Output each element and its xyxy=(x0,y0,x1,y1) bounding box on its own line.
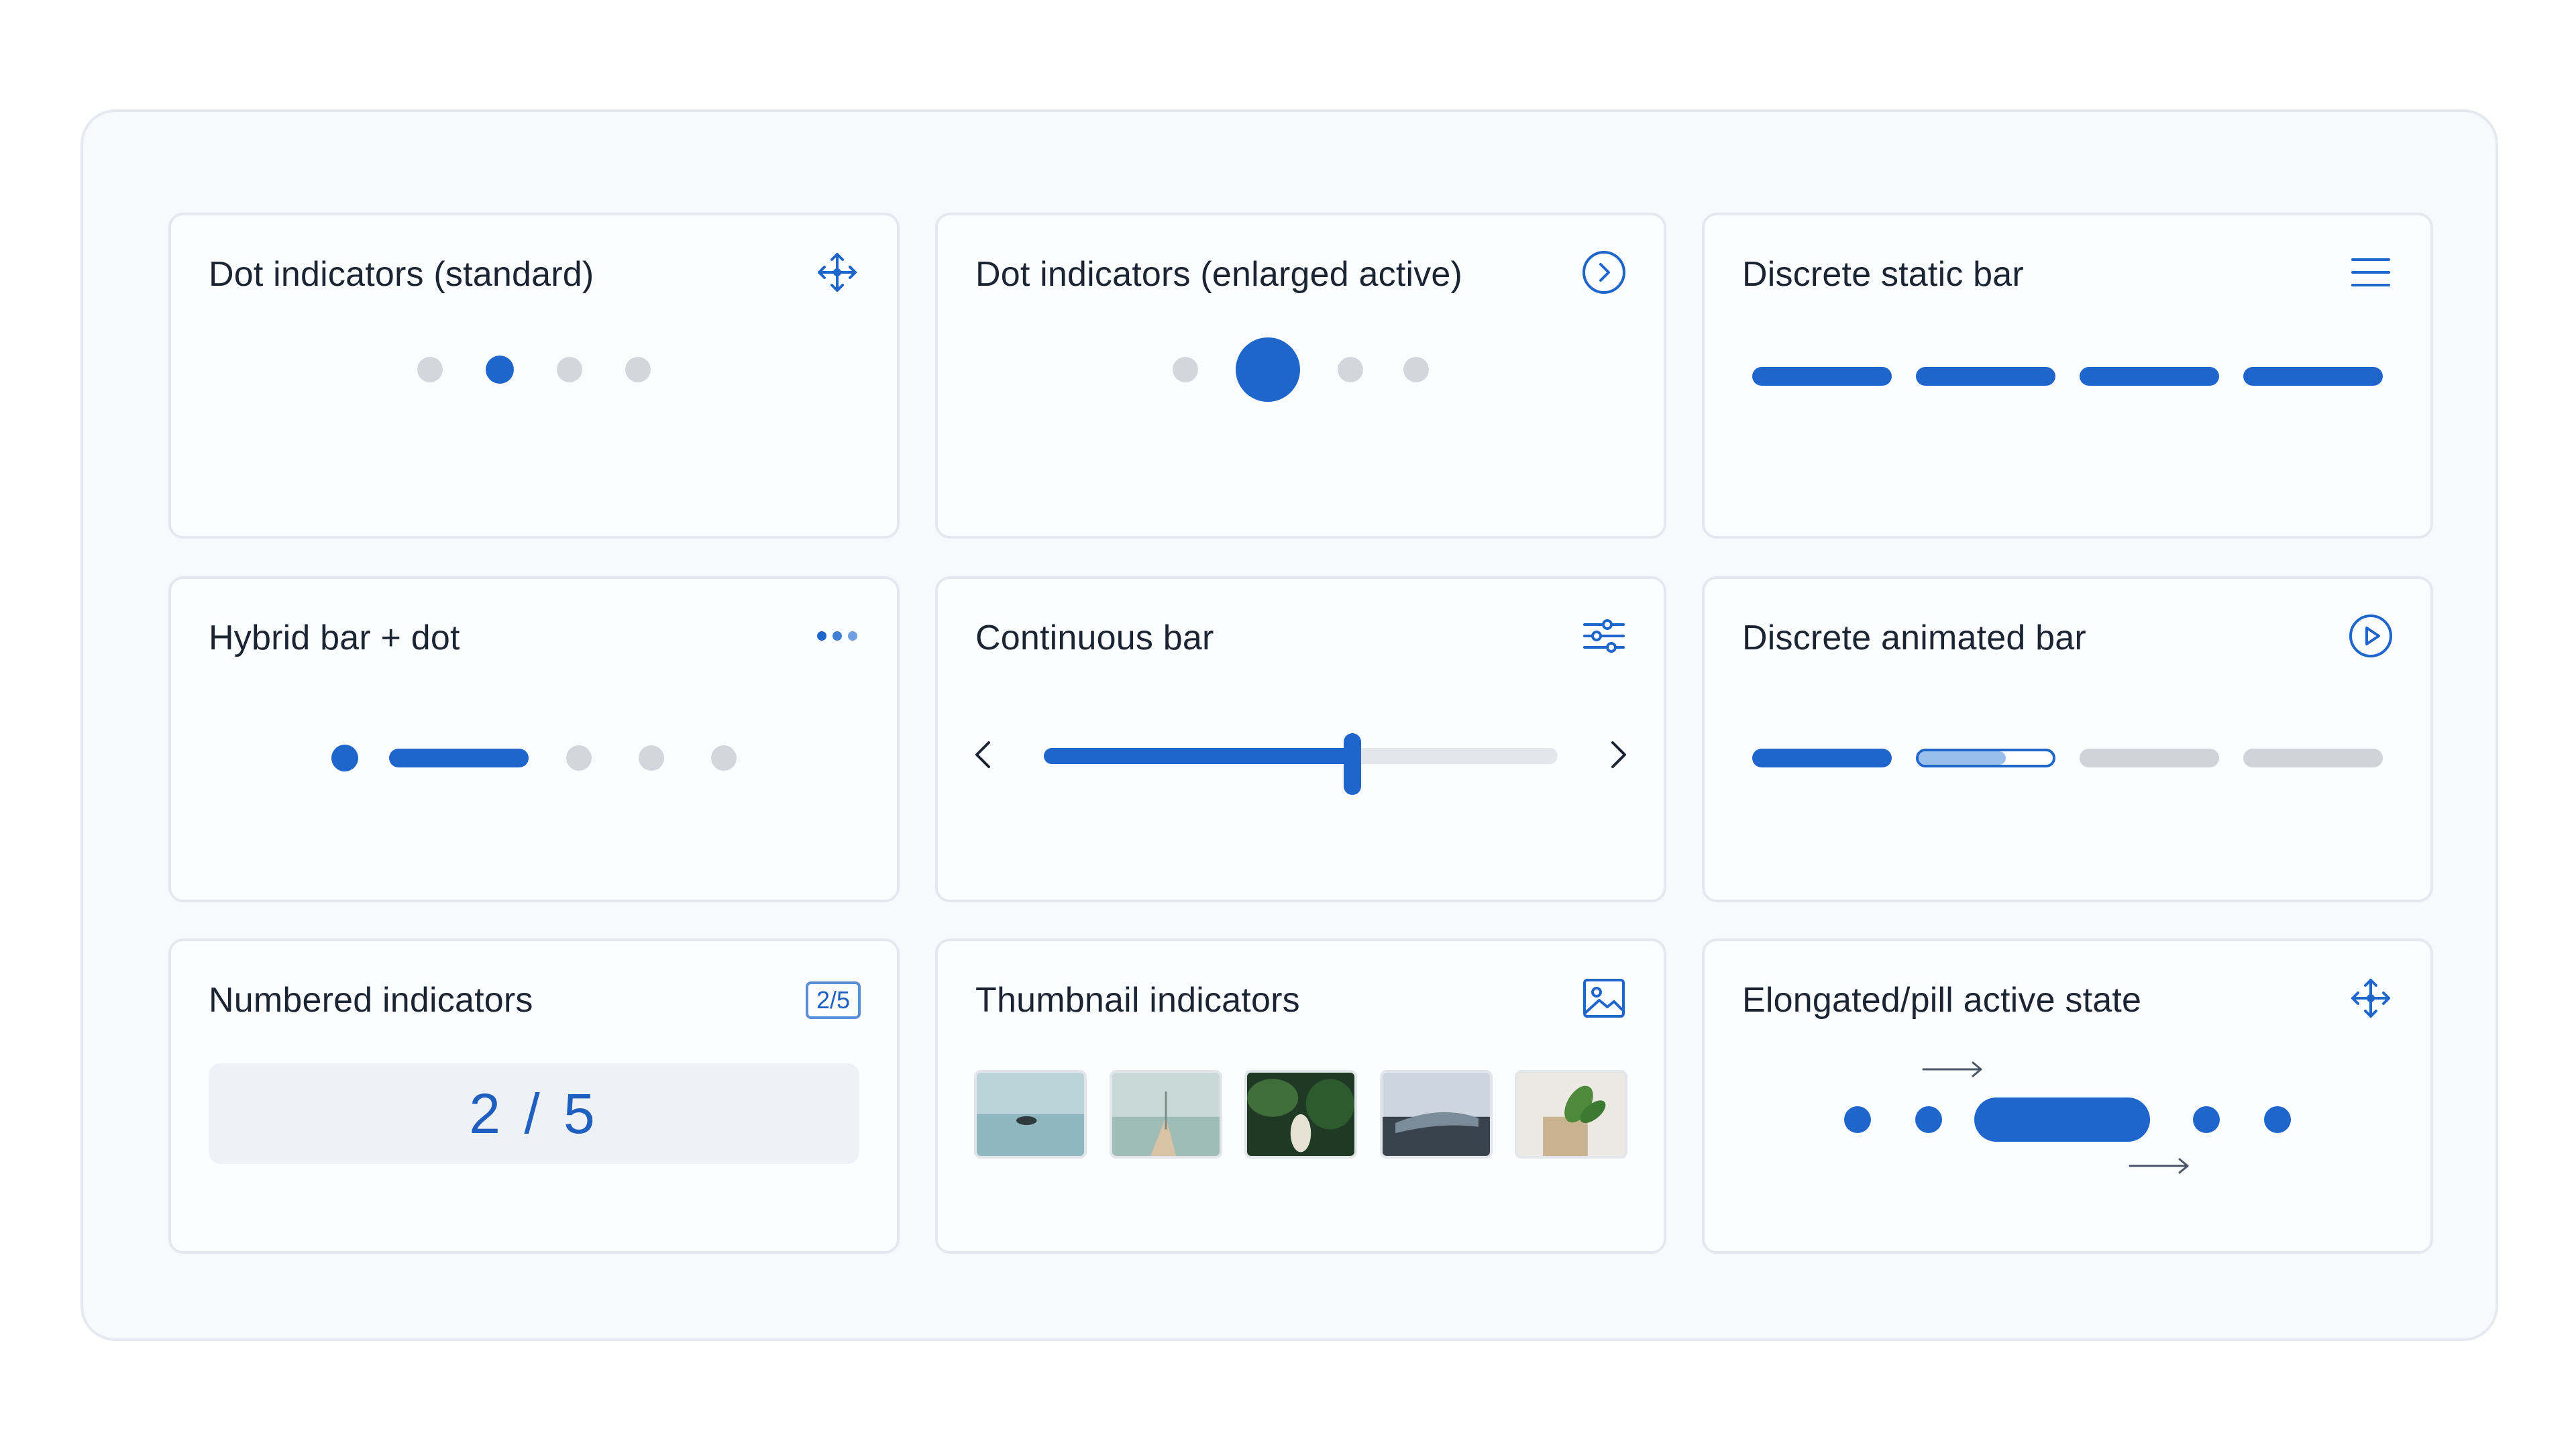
bar-segment[interactable] xyxy=(2080,367,2219,386)
dot[interactable] xyxy=(1338,357,1363,382)
card-pill: Elongated/pill active state xyxy=(1702,939,2433,1254)
dot[interactable] xyxy=(2193,1106,2220,1133)
dot[interactable] xyxy=(1915,1106,1942,1133)
dot[interactable] xyxy=(331,745,358,771)
sliders-icon[interactable] xyxy=(1580,612,1627,659)
dot[interactable] xyxy=(2264,1106,2291,1133)
dot[interactable] xyxy=(417,357,443,382)
indicator-gallery: Dot indicators (standard) Dot indicators… xyxy=(80,109,2498,1341)
animated-segmented-bar xyxy=(1705,731,2430,785)
dot-indicator xyxy=(171,343,897,396)
pill-indicator xyxy=(1705,1093,2430,1146)
dot-indicator-enlarged xyxy=(938,337,1664,402)
play-circle-icon[interactable] xyxy=(2347,612,2394,659)
chevron-right-circle-icon[interactable] xyxy=(1580,249,1627,296)
thumbnail[interactable] xyxy=(1515,1070,1627,1159)
card-title: Numbered indicators xyxy=(209,981,533,1020)
counter-badge: 2/5 xyxy=(805,981,861,1019)
bar-segment-complete[interactable] xyxy=(1752,749,1892,767)
card-dot-standard: Dot indicators (standard) xyxy=(168,213,900,539)
menu-lines-icon[interactable] xyxy=(2347,249,2394,296)
card-continuous: Continuous bar xyxy=(935,576,1666,902)
dot-active[interactable] xyxy=(1236,337,1300,402)
move-arrows-icon[interactable] xyxy=(2347,975,2394,1022)
segmented-bar xyxy=(1705,350,2430,403)
hybrid-indicator xyxy=(171,731,897,785)
dot[interactable] xyxy=(639,745,664,771)
thumbnail-strip xyxy=(974,1070,1627,1159)
slider-handle[interactable] xyxy=(1343,733,1361,795)
card-dot-enlarged: Dot indicators (enlarged active) xyxy=(935,213,1666,539)
chevron-left-icon[interactable] xyxy=(970,728,997,782)
dot[interactable] xyxy=(711,745,737,771)
dot[interactable] xyxy=(557,357,582,382)
more-dots-icon[interactable] xyxy=(814,612,861,659)
card-thumbnail: Thumbnail indicators xyxy=(935,939,1666,1254)
card-title: Discrete animated bar xyxy=(1742,619,2086,657)
page-counter: 2 / 5 xyxy=(209,1063,859,1164)
card-discrete-static: Discrete static bar xyxy=(1702,213,2433,539)
dot[interactable] xyxy=(1844,1106,1871,1133)
card-title: Thumbnail indicators xyxy=(975,981,1300,1020)
bar-segment[interactable] xyxy=(2243,367,2383,386)
pill-active[interactable] xyxy=(1974,1097,2150,1142)
card-title: Elongated/pill active state xyxy=(1742,981,2142,1020)
segment-fill xyxy=(1919,751,2006,765)
card-title: Dot indicators (enlarged active) xyxy=(975,255,1463,294)
move-arrows-icon[interactable] xyxy=(814,249,861,296)
dot[interactable] xyxy=(1403,357,1429,382)
slider-track[interactable] xyxy=(1044,733,1558,795)
thumbnail[interactable] xyxy=(1109,1070,1222,1159)
card-hybrid: Hybrid bar + dot xyxy=(168,576,900,902)
bar-active[interactable] xyxy=(389,749,529,767)
bar-segment[interactable] xyxy=(2080,749,2219,767)
dot[interactable] xyxy=(625,357,651,382)
card-title: Discrete static bar xyxy=(1742,255,2024,294)
arrow-right-icon xyxy=(1921,1059,1985,1079)
chevron-right-icon[interactable] xyxy=(1605,728,1631,782)
continuous-slider[interactable] xyxy=(970,728,1631,795)
card-title: Hybrid bar + dot xyxy=(209,619,460,657)
dot[interactable] xyxy=(566,745,592,771)
card-numbered: Numbered indicators 2/5 2 / 5 xyxy=(168,939,900,1254)
bar-segment[interactable] xyxy=(1916,367,2055,386)
thumbnail[interactable] xyxy=(1244,1070,1357,1159)
image-icon[interactable] xyxy=(1580,975,1627,1022)
card-discrete-animated: Discrete animated bar xyxy=(1702,576,2433,902)
bar-segment[interactable] xyxy=(2243,749,2383,767)
thumbnail[interactable] xyxy=(1379,1070,1493,1159)
thumbnail[interactable] xyxy=(974,1070,1087,1159)
arrow-right-icon xyxy=(2127,1156,2192,1176)
card-title: Dot indicators (standard) xyxy=(209,255,594,294)
dot-active[interactable] xyxy=(486,356,514,384)
dot[interactable] xyxy=(1173,357,1198,382)
slider-fill xyxy=(1044,748,1352,764)
bar-segment-active[interactable] xyxy=(1916,749,2055,767)
card-title: Continuous bar xyxy=(975,619,1214,657)
bar-segment[interactable] xyxy=(1752,367,1892,386)
